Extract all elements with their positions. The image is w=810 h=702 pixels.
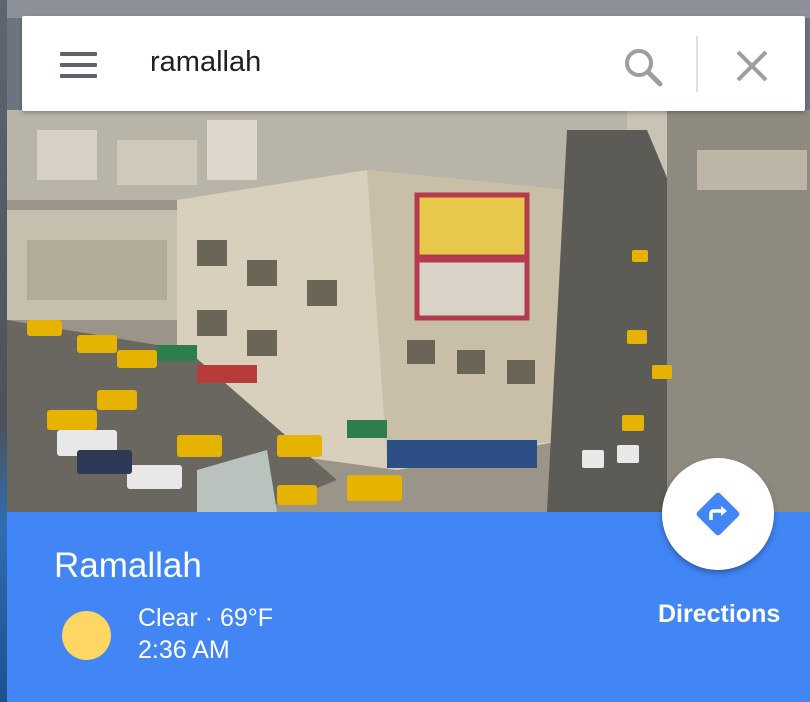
close-x-icon[interactable] xyxy=(732,46,772,86)
search-divider xyxy=(696,36,698,92)
magnifier-icon[interactable] xyxy=(622,46,664,88)
search-input[interactable] xyxy=(150,46,570,79)
weather-info: Clear · 69°F 2:36 AM xyxy=(138,602,273,666)
weather-summary: Clear · 69°F xyxy=(138,604,274,632)
map-background-left xyxy=(0,0,7,702)
place-photo[interactable] xyxy=(7,110,810,512)
hamburger-menu-icon[interactable] xyxy=(60,52,97,78)
sun-icon xyxy=(62,611,111,660)
directions-button[interactable] xyxy=(662,458,774,570)
directions-label[interactable]: Directions xyxy=(658,600,780,629)
place-title: Ramallah xyxy=(54,546,202,585)
local-time: 2:36 AM xyxy=(138,636,230,664)
search-box xyxy=(22,16,805,111)
directions-diamond-icon xyxy=(696,492,740,536)
